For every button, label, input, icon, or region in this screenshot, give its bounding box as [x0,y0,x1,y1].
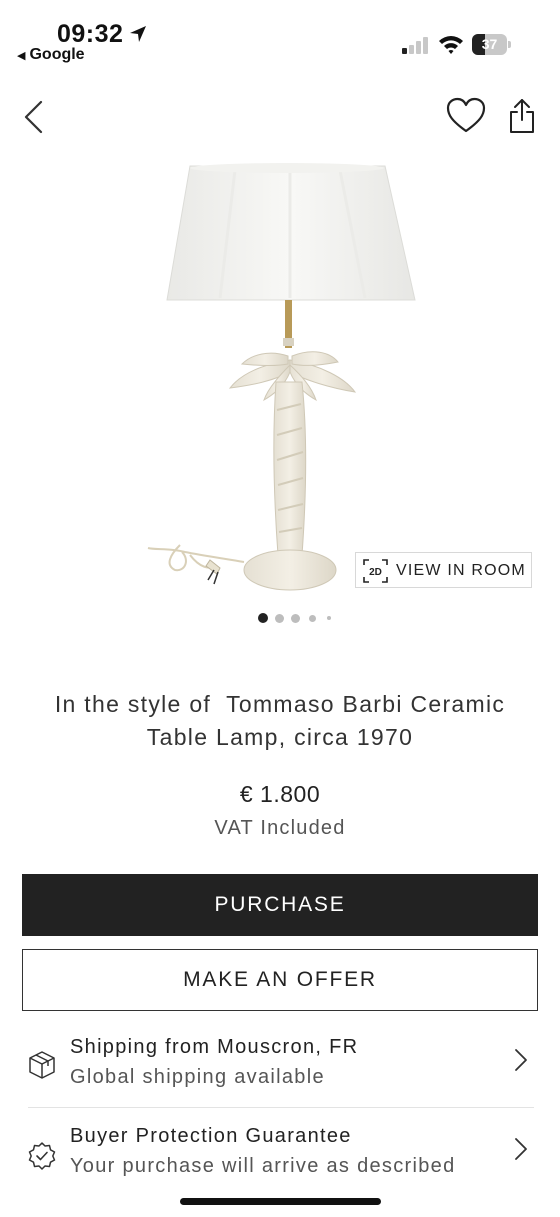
purchase-button[interactable]: PURCHASE [22,874,538,936]
heart-icon [446,97,486,133]
battery-icon: 37 [472,34,512,55]
page-dot-2[interactable] [275,614,284,623]
location-arrow-icon [130,26,146,42]
page-dot-1[interactable] [258,613,268,623]
gallery-pagination [258,613,338,625]
battery-percent: 37 [481,36,498,52]
home-indicator[interactable] [180,1198,381,1205]
share-icon [510,99,534,133]
view-2d-icon: 2D [363,559,388,583]
cellular-signal-icon [402,36,430,54]
shipping-info-row[interactable]: Shipping from Mouscron, FR Global shippi… [26,1036,534,1118]
status-bar: 09:32 ◀ Google 37 [0,0,560,70]
power-cord [147,544,245,572]
shipping-title: Shipping from Mouscron, FR [70,1036,359,1058]
chevron-right-icon [515,1049,527,1071]
back-app-label: Google [29,46,85,63]
shipping-subtitle: Global shipping available [70,1066,325,1088]
protection-title: Buyer Protection Guarantee [70,1125,352,1147]
chevron-left-icon [24,100,43,134]
palm-trunk [273,381,307,556]
back-button[interactable] [22,100,46,134]
svg-text:2D: 2D [369,567,382,578]
product-title-line-2: Table Lamp, circa 1970 [146,724,414,750]
favorite-button[interactable] [446,97,486,135]
make-offer-button[interactable]: MAKE AN OFFER [22,949,538,1011]
view-in-room-label: VIEW IN ROOM [396,562,526,579]
view-in-room-button[interactable]: 2D VIEW IN ROOM [355,552,532,588]
product-photo[interactable] [140,160,430,600]
share-button[interactable] [506,97,538,135]
divider [28,1107,534,1108]
product-price: € 1.800 [239,781,321,807]
page-dot-4[interactable] [309,615,316,622]
vat-note: VAT Included [214,817,346,839]
product-title: In the style of Tommaso Barbi Ceramic Ta… [30,688,530,754]
buyer-protection-row[interactable]: Buyer Protection Guarantee Your purchase… [26,1125,534,1207]
protection-subtitle: Your purchase will arrive as described [70,1155,456,1177]
package-icon [29,1051,55,1079]
status-time: 09:32 [57,20,124,48]
back-triangle-icon: ◀ [17,50,26,62]
page-dot-3[interactable] [291,614,300,623]
page-dot-5[interactable] [327,616,331,620]
lamp-base [243,549,337,591]
wifi-icon [439,36,463,54]
chevron-right-icon [515,1138,527,1160]
back-to-app-link[interactable]: ◀ Google [17,46,85,64]
lamp-shade [166,163,416,301]
product-title-line-1: In the style of Tommaso Barbi Ceramic [54,691,506,717]
shield-check-icon [28,1142,56,1170]
